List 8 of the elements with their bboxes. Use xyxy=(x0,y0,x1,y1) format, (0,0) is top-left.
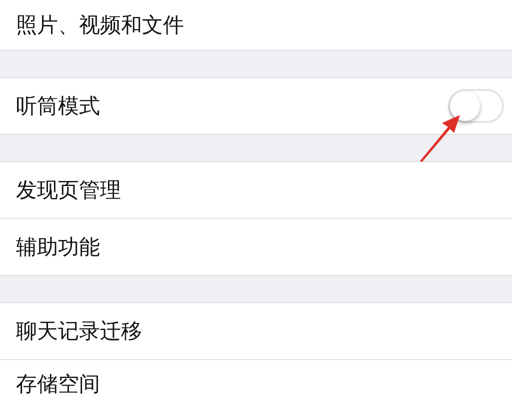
annotation-arrow xyxy=(418,113,462,163)
setting-label: 听筒模式 xyxy=(16,93,100,120)
toggle-switch[interactable] xyxy=(448,89,504,123)
setting-label: 发现页管理 xyxy=(16,177,121,204)
setting-label: 存储空间 xyxy=(16,371,100,398)
setting-label: 辅助功能 xyxy=(16,234,100,261)
setting-label: 聊天记录迁移 xyxy=(16,318,142,345)
setting-label: 照片、视频和文件 xyxy=(16,12,184,39)
